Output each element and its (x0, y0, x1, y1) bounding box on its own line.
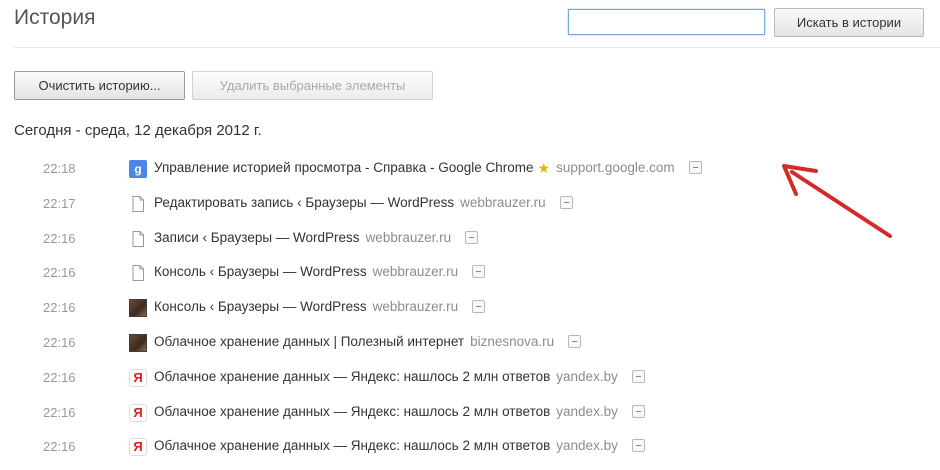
clear-history-button[interactable]: Очистить историю... (14, 71, 185, 100)
entry-title-link[interactable]: Консоль ‹ Браузеры — WordPress (154, 264, 367, 279)
entry-title-link[interactable]: Облачное хранение данных — Яндекс: нашло… (154, 438, 550, 453)
annotation-arrow (782, 164, 892, 238)
page-icon (129, 195, 147, 213)
search-history-button[interactable]: Искать в истории (774, 8, 924, 37)
entry-menu-button[interactable] (631, 439, 645, 453)
entry-time: 22:16 (43, 230, 76, 246)
history-entry[interactable]: 22:16 Облачное хранение данных | Полезный… (0, 328, 940, 363)
history-entry[interactable]: 22:16 Я Облачное хранение данных — Яндекс:… (0, 432, 940, 467)
entry-time: 22:16 (43, 300, 76, 316)
yandex-icon: Я (129, 438, 147, 457)
entry-menu-button[interactable] (568, 334, 582, 348)
entry-title-link[interactable]: Консоль ‹ Браузеры — WordPress (154, 299, 367, 314)
yandex-icon: Я (129, 403, 147, 422)
entry-domain: webbrauzer.ru (372, 264, 459, 280)
bookmark-star-icon: ★ (537, 159, 551, 176)
entry-menu-button[interactable] (559, 195, 573, 209)
entry-menu-button[interactable] (688, 161, 702, 174)
search-input[interactable] (568, 9, 765, 35)
entry-time: 22:16 (43, 334, 76, 350)
entry-title-link[interactable]: Облачное хранение данных — Яндекс: нашло… (154, 404, 550, 419)
yandex-icon: Я (129, 368, 147, 387)
history-entry[interactable]: 22:16 Я Облачное хранение данных — Яндекс:… (0, 398, 940, 433)
entry-domain: yandex.by (556, 438, 618, 454)
entry-title-link[interactable]: Записи ‹ Браузеры — WordPress (154, 230, 360, 245)
entry-menu-button[interactable] (472, 265, 486, 279)
header-divider (14, 47, 940, 48)
entry-time: 22:16 (43, 404, 76, 420)
entry-title-link[interactable]: Облачное хранение данных | Полезный инте… (154, 334, 464, 349)
entry-time: 22:18 (43, 161, 76, 176)
entry-domain: webbrauzer.ru (460, 194, 546, 210)
entry-domain: yandex.by (556, 403, 618, 419)
entry-domain: biznesnova.ru (470, 333, 555, 349)
avatar-photo-icon (129, 299, 147, 318)
delete-selected-button[interactable]: Удалить выбранные элементы (192, 71, 433, 100)
entry-menu-button[interactable] (472, 300, 486, 314)
entry-domain: yandex.by (556, 368, 618, 384)
google-icon: g (129, 160, 147, 178)
entry-menu-button[interactable] (465, 230, 479, 244)
entry-title-link[interactable]: Облачное хранение данных — Яндекс: нашло… (154, 369, 550, 384)
avatar-photo-icon (129, 333, 147, 352)
history-entry[interactable]: 22:16 Консоль ‹ Браузеры — WordPress webbr… (0, 258, 940, 293)
entry-title-link[interactable]: Редактировать запись ‹ Браузеры — WordPr… (154, 195, 454, 210)
entry-domain: support.google.com (556, 160, 675, 175)
page-icon (129, 230, 147, 248)
day-heading: Сегодня - среда, 12 декабря 2012 г. (14, 122, 262, 139)
entry-time: 22:16 (43, 439, 76, 455)
entry-menu-button[interactable] (631, 404, 645, 418)
entry-time: 22:16 (43, 265, 76, 281)
entry-time: 22:17 (43, 195, 76, 211)
entry-time: 22:16 (43, 369, 76, 385)
entry-menu-button[interactable] (631, 369, 645, 383)
entry-domain: webbrauzer.ru (365, 229, 452, 245)
entry-domain: webbrauzer.ru (372, 299, 459, 315)
history-entry[interactable]: 22:16 Я Облачное хранение данных — Яндекс:… (0, 363, 940, 398)
history-entry[interactable]: 22:16 Консоль ‹ Браузеры — WordPress webbr… (0, 293, 940, 328)
page-title: История (14, 6, 96, 29)
entry-title-link[interactable]: Управление историей просмотра - Справка … (154, 160, 534, 175)
page-icon (129, 264, 147, 282)
